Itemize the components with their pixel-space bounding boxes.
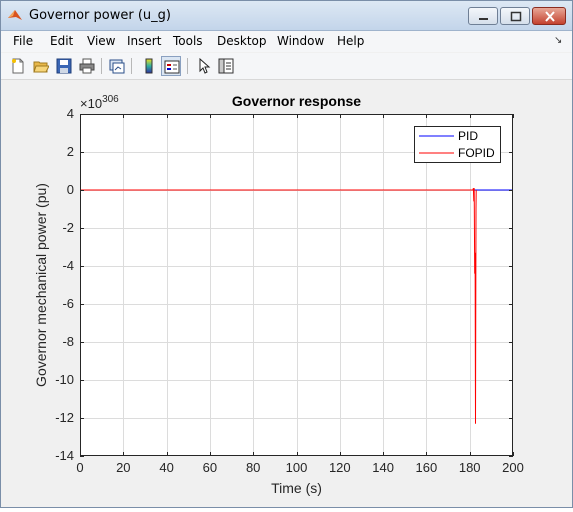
matlab-logo-icon (7, 7, 23, 23)
menu-bar: File Edit View Insert Tools Desktop Wind… (1, 31, 572, 52)
plot-svg[interactable]: Governor response Time (s) Governor mech… (1, 80, 572, 507)
figure-canvas: Governor response Time (s) Governor mech… (1, 80, 572, 507)
legend[interactable]: PID FOPID (414, 126, 501, 163)
menu-tools[interactable]: Tools (173, 34, 203, 48)
x-tick-label: 200 (502, 460, 524, 475)
toolbar-dock-arrow-icon[interactable]: ↘ (554, 35, 562, 46)
legend-label-pid: PID (458, 129, 478, 143)
y-exponent-label: ×10306 (80, 94, 119, 111)
insert-colorbar-icon[interactable] (139, 56, 159, 76)
figure-window: Governor power (u_g) File Edit View Inse… (0, 0, 573, 508)
x-tick-label: 40 (159, 460, 173, 475)
x-tick-label: 0 (76, 460, 83, 475)
x-tick-label: 140 (372, 460, 394, 475)
title-bar: Governor power (u_g) (1, 1, 572, 31)
y-tick-label: 0 (67, 182, 74, 197)
y-tick-label: -12 (55, 410, 74, 425)
y-exponent-value: 306 (102, 94, 119, 105)
x-tick-label: 180 (459, 460, 481, 475)
toolbar-separator (187, 58, 188, 74)
axes-background[interactable] (80, 114, 513, 456)
insert-legend-icon[interactable] (161, 56, 181, 76)
x-tick-label: 160 (416, 460, 438, 475)
save-icon[interactable] (54, 56, 74, 76)
figure-toolbar (1, 53, 572, 80)
maximize-button[interactable] (500, 7, 530, 25)
close-button[interactable] (532, 7, 566, 25)
minimize-button[interactable] (468, 7, 498, 25)
new-figure-icon[interactable] (8, 56, 28, 76)
y-tick-label: -10 (55, 372, 74, 387)
menu-file[interactable]: File (13, 34, 33, 48)
y-tick-label: -4 (62, 258, 74, 273)
y-axis-label: Governor mechanical power (pu) (33, 183, 49, 387)
y-tick-label: 2 (67, 144, 74, 159)
x-axis-label: Time (s) (271, 480, 322, 496)
x-tick-label: 120 (329, 460, 351, 475)
chart-title: Governor response (232, 93, 361, 109)
y-tick-label: -2 (62, 220, 74, 235)
window-title: Governor power (u_g) (29, 8, 171, 23)
y-tick-label: -14 (55, 448, 74, 463)
property-inspector-icon[interactable] (216, 56, 236, 76)
toolbar-separator (131, 58, 132, 74)
x-tick-label: 80 (246, 460, 260, 475)
y-tick-label: 4 (67, 106, 74, 121)
x-tick-label: 60 (203, 460, 217, 475)
print-icon[interactable] (77, 56, 97, 76)
edit-plot-pointer-icon[interactable] (194, 56, 214, 76)
y-tick-label: -6 (62, 296, 74, 311)
toolbar-separator (101, 58, 102, 74)
y-tick-label: -8 (62, 334, 74, 349)
menu-edit[interactable]: Edit (50, 34, 73, 48)
open-file-icon[interactable] (31, 56, 51, 76)
legend-label-fopid: FOPID (458, 146, 495, 160)
menu-insert[interactable]: Insert (127, 34, 161, 48)
menu-view[interactable]: View (87, 34, 115, 48)
link-plot-icon[interactable] (107, 56, 127, 76)
menu-window[interactable]: Window (277, 34, 324, 48)
menu-desktop[interactable]: Desktop (217, 34, 267, 48)
menu-help[interactable]: Help (337, 34, 364, 48)
x-tick-label: 20 (116, 460, 130, 475)
x-tick-label: 100 (286, 460, 308, 475)
